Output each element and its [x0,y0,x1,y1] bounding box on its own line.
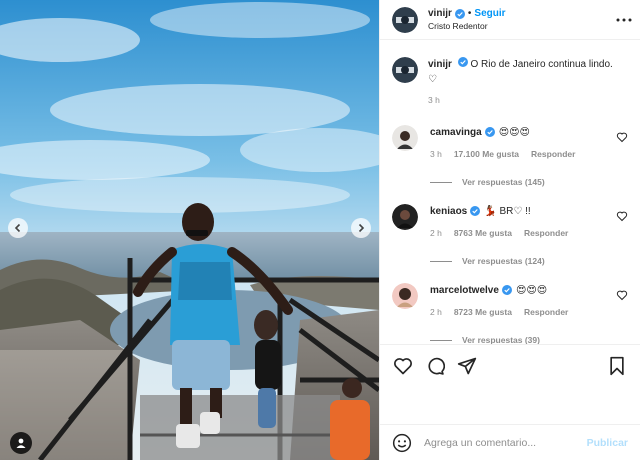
comment-likes[interactable]: 8723 Me gusta [454,307,512,317]
like-button[interactable] [392,355,414,377]
comment-bubble-icon [428,357,445,375]
comment-item: camavinga 😍😍😍 3 h 17.100 Me gusta Respon… [380,125,640,187]
comment-likes[interactable]: 17.100 Me gusta [454,149,519,159]
verified-badge-icon [484,127,495,137]
caption-text: O Rio de Janeiro continua lindo. ♡ [428,59,613,85]
replies-divider [430,181,452,183]
view-replies-label: Ver respuestas (145) [462,177,545,187]
header-separator: • [467,8,472,19]
commenter-avatar[interactable] [392,204,418,230]
next-photo-button[interactable] [351,218,371,238]
emoji-icon[interactable] [392,433,412,453]
comment-button[interactable] [424,355,446,377]
comment-text: 💃🏾 BR♡ !! [484,205,531,217]
comment-heart-icon[interactable] [616,210,628,222]
view-replies-label: Ver respuestas (124) [462,256,545,266]
caption-username[interactable]: vinijr [428,59,452,70]
heart-icon [394,357,412,374]
verified-badge-icon [501,285,512,295]
comments-list[interactable]: vinijr O Rio de Janeiro continua lindo. … [380,49,640,344]
comment-input[interactable] [424,436,587,449]
commenter-avatar-image [392,204,418,230]
share-button[interactable] [456,355,478,377]
author-avatar[interactable] [392,6,418,33]
save-button[interactable] [606,355,628,377]
paper-plane-icon [457,357,477,374]
post-caption: vinijr O Rio de Janeiro continua lindo. … [380,49,640,108]
post-photo[interactable] [0,0,379,460]
comment-text: 😍😍😍 [498,126,530,138]
post-side-panel: vinijr • Seguir Cristo Redentor vinijr O… [379,0,640,460]
view-replies-label: Ver respuestas (39) [462,335,540,344]
author-avatar-image [392,6,418,33]
replies-divider [430,260,452,262]
follow-button[interactable]: Seguir [474,8,505,19]
comment-time[interactable]: 2 h [430,228,442,238]
reply-button[interactable]: Responder [531,149,575,159]
reply-button[interactable]: Responder [524,307,568,317]
rio-scene-image [0,0,379,460]
comment-heart-icon[interactable] [616,131,628,143]
comment-username[interactable]: camavinga [430,127,482,138]
commenter-avatar-image [392,283,418,309]
user-tag-icon [16,438,26,448]
reply-button[interactable]: Responder [524,228,568,238]
verified-badge-icon [457,57,468,67]
post-location[interactable]: Cristo Redentor [428,21,612,31]
view-replies-button[interactable]: Ver respuestas (124) [430,256,616,266]
post-actions-bar [380,344,640,386]
caption-avatar[interactable] [392,57,418,83]
comment-item: keniaos 💃🏾 BR♡ !! 2 h 8763 Me gusta Resp… [380,204,640,266]
add-comment-bar: Publicar [380,424,640,460]
commenter-avatar[interactable] [392,125,418,151]
comment-item: marcelotwelve 😍😍😍 2 h 8723 Me gusta Resp… [380,283,640,344]
more-options-icon [616,18,632,21]
bookmark-icon [610,356,624,375]
comment-time[interactable]: 3 h [430,149,442,159]
comment-text: 😍😍😍 [515,284,548,296]
author-username[interactable]: vinijr [428,8,452,19]
verified-badge-icon [454,8,465,19]
comment-heart-icon[interactable] [616,289,628,301]
previous-photo-button[interactable] [8,218,28,238]
comment-time[interactable]: 2 h [430,307,442,317]
post-header: vinijr • Seguir Cristo Redentor [380,0,640,40]
chevron-left-icon [14,223,21,233]
comment-username[interactable]: keniaos [430,206,467,217]
author-avatar-image [392,57,418,83]
view-replies-button[interactable]: Ver respuestas (145) [430,177,616,187]
more-options-button[interactable] [612,18,632,22]
commenter-avatar[interactable] [392,283,418,309]
view-replies-button[interactable]: Ver respuestas (39) [430,335,616,344]
replies-divider [430,339,452,341]
publish-button[interactable]: Publicar [587,437,628,449]
caption-time[interactable]: 3 h [428,93,613,108]
comment-likes[interactable]: 8763 Me gusta [454,228,512,238]
comment-username[interactable]: marcelotwelve [430,285,499,296]
commenter-avatar-image [392,125,418,151]
verified-badge-icon [470,206,481,216]
chevron-right-icon [358,223,365,233]
user-tags-button[interactable] [10,432,32,454]
